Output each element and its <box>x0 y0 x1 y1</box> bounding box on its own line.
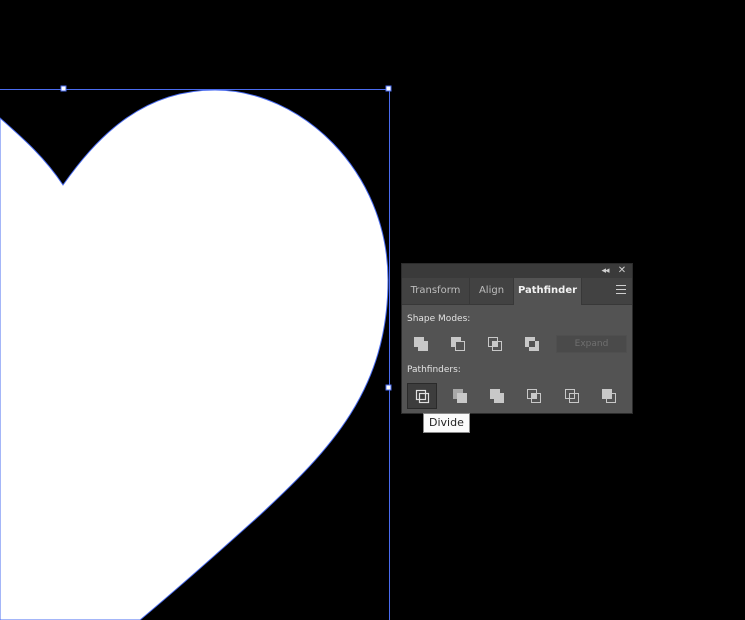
tab-align[interactable]: Align <box>470 278 514 304</box>
tab-transform[interactable]: Transform <box>402 278 470 304</box>
minus-back-icon[interactable] <box>598 385 620 407</box>
unite-icon[interactable] <box>410 333 432 355</box>
tab-pathfinder[interactable]: Pathfinder <box>514 278 582 305</box>
merge-icon[interactable] <box>486 385 508 407</box>
outline-icon[interactable] <box>561 385 583 407</box>
close-icon[interactable]: ✕ <box>616 264 628 278</box>
panel-menu-icon[interactable] <box>616 285 626 295</box>
selection-handle-top-middle[interactable] <box>60 85 67 92</box>
minus-front-icon[interactable] <box>447 333 469 355</box>
divide-tooltip: Divide <box>423 413 470 433</box>
shape-modes-label: Shape Modes: <box>407 314 471 324</box>
panel-title-bar[interactable]: ◂◂ ✕ <box>402 264 632 278</box>
crop-icon[interactable] <box>523 385 545 407</box>
pathfinder-panel: ◂◂ ✕ Transform Align Pathfinder Shape Mo… <box>401 263 633 414</box>
pathfinders-label: Pathfinders: <box>407 365 461 375</box>
heart-shape[interactable] <box>0 89 389 620</box>
selection-handle-top-right[interactable] <box>385 85 392 92</box>
intersect-icon[interactable] <box>484 333 506 355</box>
divide-icon[interactable] <box>407 383 437 409</box>
artboard-canvas[interactable] <box>0 0 745 620</box>
exclude-icon[interactable] <box>521 333 543 355</box>
selection-handle-middle-right[interactable] <box>385 384 392 391</box>
trim-icon[interactable] <box>449 385 471 407</box>
panel-tabs: Transform Align Pathfinder <box>402 278 632 305</box>
collapse-panel-icon[interactable]: ◂◂ <box>598 264 612 278</box>
expand-button[interactable]: Expand <box>556 335 627 353</box>
